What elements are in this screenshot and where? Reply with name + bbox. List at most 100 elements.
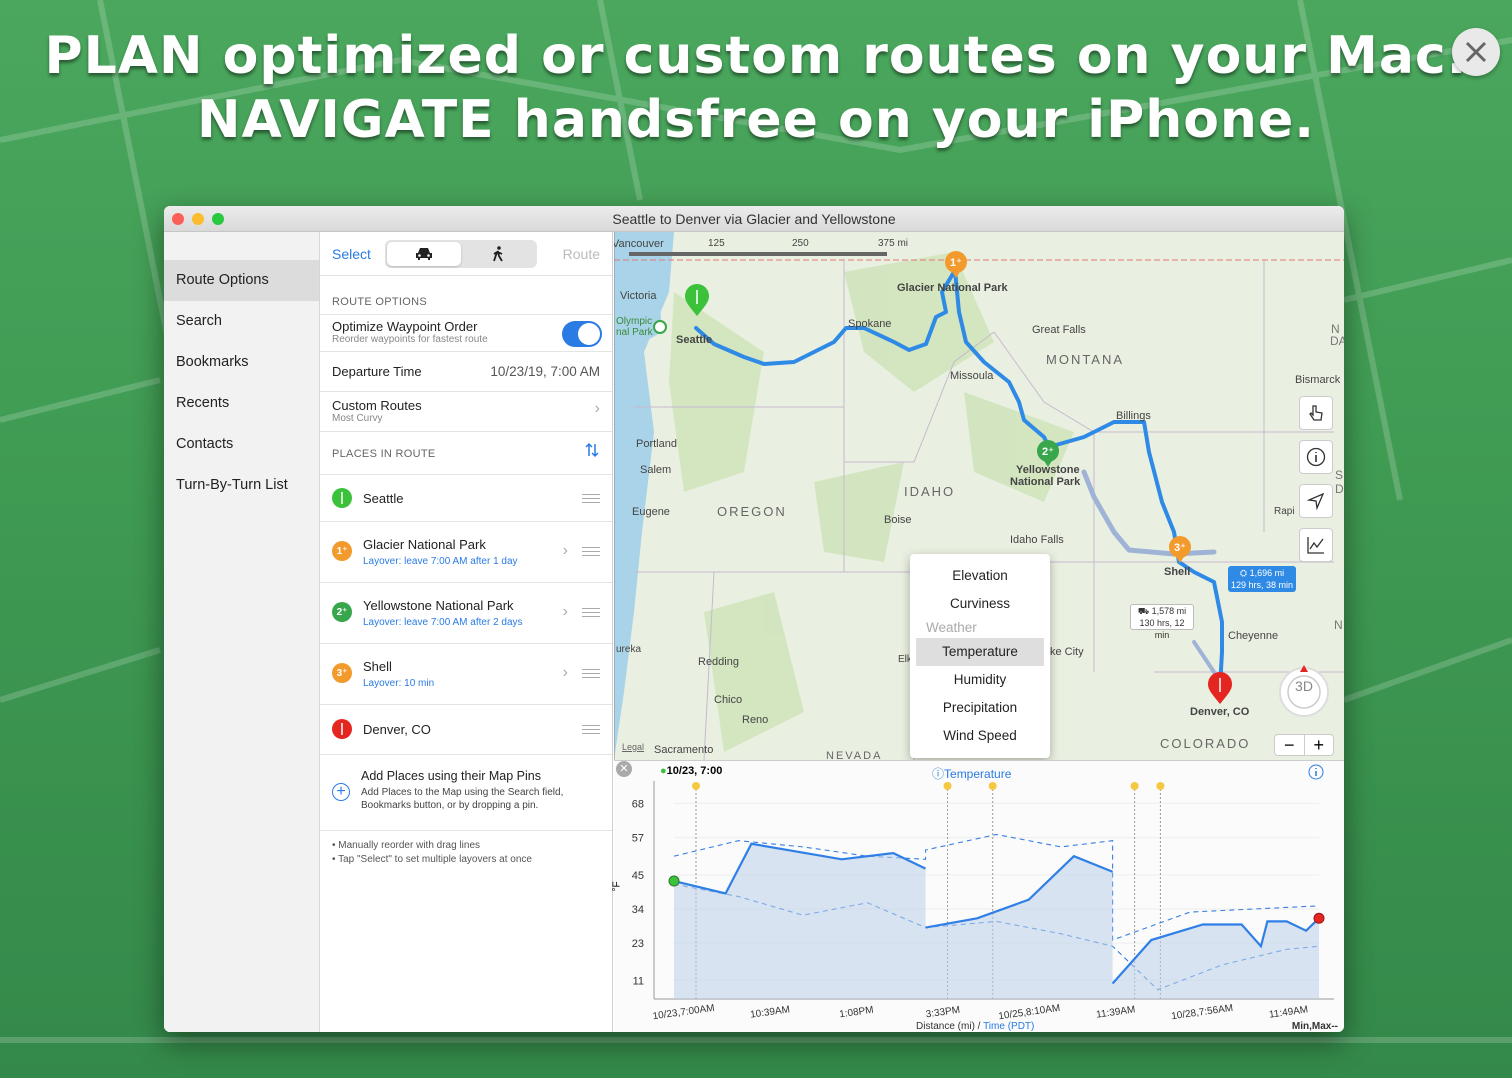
sidebar-item-contacts[interactable]: Contacts bbox=[164, 424, 319, 465]
route-callout-fastest[interactable]: ⛭ 1,696 mi 129 hrs, 38 min bbox=[1228, 566, 1296, 592]
chevron-right-icon: › bbox=[562, 603, 568, 620]
menu-item-elevation[interactable]: Elevation bbox=[910, 562, 1050, 590]
x-tick-label: 11:39AM bbox=[1096, 1004, 1136, 1020]
map-label: Bismarck bbox=[1295, 374, 1341, 386]
map-label: Chico bbox=[714, 694, 743, 706]
optimize-toggle[interactable] bbox=[562, 321, 602, 347]
app-window: Seattle to Denver via Glacier and Yellow… bbox=[164, 206, 1344, 1032]
add-sub2: Bookmarks button, or by dropping a pin. bbox=[361, 800, 539, 811]
custom-routes-title: Custom Routes bbox=[332, 398, 422, 413]
info-button[interactable] bbox=[1299, 440, 1333, 474]
pan-tool-button[interactable] bbox=[1299, 396, 1333, 430]
chart-plot: 68 57 45 34 23 11 10/23,7:00AM 10:39AM 1:08PM 3:3… bbox=[632, 781, 1334, 1023]
map-label: Boise bbox=[884, 514, 912, 526]
notes: • Manually reorder with drag lines • Tap… bbox=[320, 831, 612, 875]
places-list: Seattle 1 ⁺ Glacier National Park Layover… bbox=[320, 474, 612, 755]
drag-handle-icon[interactable] bbox=[582, 725, 600, 734]
menu-item-wind-speed[interactable]: Wind Speed bbox=[910, 722, 1050, 750]
sidebar-item-bookmarks[interactable]: Bookmarks bbox=[164, 342, 319, 383]
chart-toggle-button[interactable] bbox=[1299, 528, 1333, 562]
expand-button[interactable] bbox=[1452, 28, 1500, 76]
map-label: Portland bbox=[636, 438, 677, 450]
sidebar-item-turn-by-turn[interactable]: Turn-By-Turn List bbox=[164, 465, 319, 506]
add-icon[interactable]: + bbox=[332, 783, 350, 801]
zoom-out-button[interactable]: − bbox=[1275, 735, 1305, 755]
window-title: Seattle to Denver via Glacier and Yellow… bbox=[612, 211, 896, 227]
departure-value[interactable]: 10/23/19, 7:00 AM bbox=[490, 352, 600, 392]
map-view[interactable]: 1⁺ 2⁺ 3⁺ Vancouver Victoria Olympic nal … bbox=[614, 232, 1344, 760]
y-tick-label: 57 bbox=[632, 833, 644, 845]
sidebar-item-route-options[interactable]: Route Options bbox=[164, 260, 319, 301]
optimize-title: Optimize Waypoint Order bbox=[332, 319, 478, 334]
legal-link[interactable]: Legal bbox=[622, 742, 644, 752]
weather-chart[interactable]: ✕ ●10/23, 7:00 ⓘTemperature °F 68 57 45 34 2… bbox=[612, 760, 1344, 1032]
3d-toggle[interactable]: 3D bbox=[1289, 678, 1319, 698]
sun-icon bbox=[943, 782, 952, 790]
zoom-in-button[interactable]: + bbox=[1305, 735, 1334, 755]
layover-link[interactable]: Layover: leave 7:00 AM after 1 day bbox=[363, 556, 518, 567]
current-location-button[interactable] bbox=[1299, 484, 1333, 518]
title-bar: Seattle to Denver via Glacier and Yellow… bbox=[164, 206, 1344, 232]
sun-icon bbox=[1130, 782, 1139, 790]
drag-handle-icon[interactable] bbox=[582, 547, 600, 556]
menu-item-precipitation[interactable]: Precipitation bbox=[910, 694, 1050, 722]
x-tick-label: 10/28,7:56AM bbox=[1171, 1003, 1234, 1023]
map-label: Missoula bbox=[950, 370, 994, 382]
menu-item-curviness[interactable]: Curviness bbox=[910, 590, 1050, 618]
layover-link[interactable]: Layover: 10 min bbox=[363, 678, 434, 689]
minmax-toggle[interactable]: Min,Max-- bbox=[1292, 1021, 1338, 1032]
minimize-button[interactable] bbox=[192, 213, 204, 225]
y-tick-label: 45 bbox=[632, 870, 644, 882]
waypoint-pin-icon: 1 ⁺ bbox=[332, 541, 352, 561]
zoom-button[interactable] bbox=[212, 213, 224, 225]
panel-toolbar: Select Route bbox=[320, 232, 612, 276]
state-label: MONTANA bbox=[1046, 352, 1125, 367]
temperature-area-1 bbox=[674, 843, 926, 999]
custom-routes-row[interactable]: Custom Routes Most Curvy › bbox=[320, 392, 612, 432]
expand-icon bbox=[1465, 41, 1487, 63]
place-name: Seattle bbox=[363, 491, 404, 506]
sidebar-item-recents[interactable]: Recents bbox=[164, 383, 319, 424]
drag-handle-icon[interactable] bbox=[582, 669, 600, 678]
places-header: PLACES IN ROUTE bbox=[332, 448, 436, 460]
map-label: Sacramento bbox=[654, 744, 714, 756]
place-item-shell[interactable]: 3 ⁺ Shell Layover: 10 min › bbox=[320, 644, 612, 705]
route-callout-alternate[interactable]: ⛟ 1,578 mi 130 hrs, 12 min bbox=[1130, 604, 1194, 640]
layover-link[interactable]: Layover: leave 7:00 AM after 2 days bbox=[363, 617, 523, 628]
sidebar-item-search[interactable]: Search bbox=[164, 301, 319, 342]
map-label: Reno bbox=[742, 714, 769, 726]
map-label: Yellowstone bbox=[1016, 464, 1080, 476]
route-options-header: ROUTE OPTIONS bbox=[332, 296, 427, 308]
x-tick-label: 1:08PM bbox=[839, 1005, 875, 1021]
temperature-area-3 bbox=[1112, 918, 1319, 999]
sun-icon bbox=[988, 782, 997, 790]
map-label: Olympic bbox=[616, 316, 653, 327]
place-name: Glacier National Park bbox=[363, 537, 486, 552]
place-item-denver[interactable]: Denver, CO bbox=[320, 705, 612, 755]
departure-row[interactable]: Departure Time 10/23/19, 7:00 AM bbox=[320, 352, 612, 392]
drag-handle-icon[interactable] bbox=[582, 494, 600, 503]
menu-section-weather: Weather bbox=[926, 620, 977, 635]
select-button[interactable]: Select bbox=[332, 246, 371, 262]
reverse-order-icon[interactable] bbox=[584, 442, 600, 458]
menu-item-humidity[interactable]: Humidity bbox=[910, 666, 1050, 694]
places-header-row: PLACES IN ROUTE bbox=[320, 432, 612, 466]
place-item-glacier[interactable]: 1 ⁺ Glacier National Park Layover: leave … bbox=[320, 522, 612, 583]
x-tick-label: 11:49AM bbox=[1268, 1004, 1308, 1020]
close-button[interactable] bbox=[172, 213, 184, 225]
place-item-yellowstone[interactable]: 2 ⁺ Yellowstone National Park Layover: le… bbox=[320, 583, 612, 644]
driving-mode-button[interactable] bbox=[386, 241, 461, 266]
sidebar: Route Options Search Bookmarks Recents C… bbox=[164, 232, 320, 1032]
map-label: Billings bbox=[1116, 410, 1151, 422]
svg-text:3⁺: 3⁺ bbox=[1174, 542, 1186, 554]
x-tick-label: 10/25,8:10AM bbox=[998, 1003, 1061, 1023]
map-label: Great Falls bbox=[1032, 324, 1086, 336]
state-label: COLORADO bbox=[1160, 736, 1251, 751]
walking-mode-button[interactable] bbox=[461, 242, 535, 266]
route-button[interactable]: Route bbox=[563, 246, 600, 262]
chevron-right-icon: › bbox=[562, 664, 568, 681]
transport-mode-control bbox=[384, 239, 537, 268]
menu-item-temperature[interactable]: Temperature bbox=[916, 638, 1044, 666]
place-item-seattle[interactable]: Seattle bbox=[320, 475, 612, 522]
drag-handle-icon[interactable] bbox=[582, 608, 600, 617]
